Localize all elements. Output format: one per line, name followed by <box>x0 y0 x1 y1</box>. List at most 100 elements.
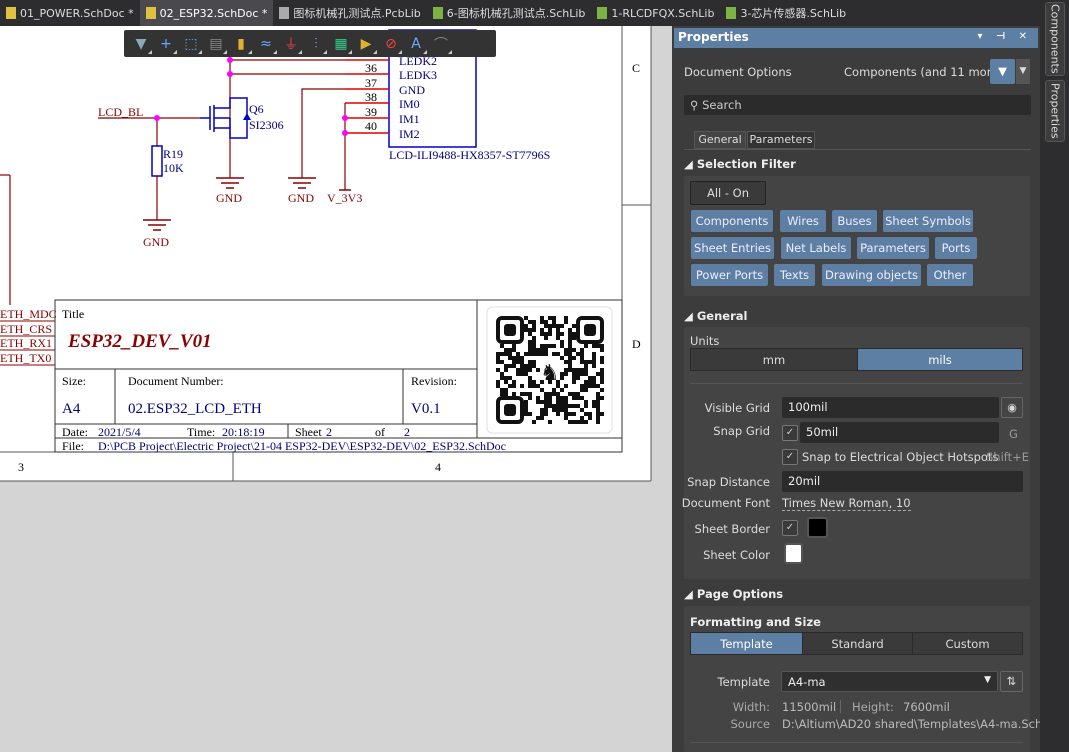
bus-icon[interactable]: ⫶ <box>305 34 327 54</box>
filter-button[interactable]: ▼ <box>990 59 1015 84</box>
tab-general[interactable]: General <box>694 131 746 149</box>
pin-number: 38 <box>365 90 377 104</box>
filter-chip-components[interactable]: Components <box>691 210 773 232</box>
filter-chip-sheet-entries[interactable]: Sheet Entries <box>691 237 774 259</box>
sheet-border-checkbox[interactable]: ✓ <box>782 520 798 536</box>
eye-icon[interactable]: ◉ <box>1001 397 1023 418</box>
mode-standard[interactable]: Standard <box>802 632 913 655</box>
q-value: SI2306 <box>249 118 284 132</box>
filter-dropdown-icon[interactable]: ▼ <box>1016 59 1030 84</box>
zone-c: C <box>632 61 640 75</box>
snap-distance-input[interactable]: 20mil <box>782 471 1023 492</box>
section-page-options[interactable]: ◢ Page Options <box>684 587 783 601</box>
panel-header: Properties ▾ ⊣ ✕ <box>674 28 1038 48</box>
units-mils[interactable]: mils <box>857 348 1023 371</box>
filter-icon[interactable]: ▼ <box>130 34 152 54</box>
mode-template[interactable]: Template <box>690 632 803 655</box>
schdoc-icon <box>6 7 16 19</box>
side-tab-properties[interactable]: Properties <box>1045 80 1065 142</box>
panel-controls[interactable]: ▾ ⊣ ✕ <box>977 31 1032 42</box>
all-on-button[interactable]: All - On <box>690 181 766 205</box>
component-icon[interactable]: ▮ <box>230 34 252 54</box>
tab-parameters[interactable]: Parameters <box>747 131 815 149</box>
section-selection-filter[interactable]: ◢ Selection Filter <box>684 157 796 171</box>
section-general[interactable]: ◢ General <box>684 309 747 323</box>
width-value: 11500mil <box>782 700 837 714</box>
snap-grid-input[interactable]: 50mil <box>800 422 999 443</box>
filter-chip-sheet-symbols[interactable]: Sheet Symbols <box>883 210 973 232</box>
sheet-title: ESP32_DEV_V01 <box>67 331 212 352</box>
tab-esp32[interactable]: 02_ESP32.SchDoc * <box>139 0 274 26</box>
size-label: Size: <box>62 374 86 388</box>
visible-grid-input[interactable]: 100mil <box>782 397 999 418</box>
tab-power[interactable]: 01_POWER.SchDoc * <box>0 0 140 26</box>
document-tabs: 01_POWER.SchDoc * 02_ESP32.SchDoc * 图标机械… <box>0 0 1040 26</box>
active-bar-toolbar: ▼ + ⬚ ▤ ▮ ≈ ⏚ ⫶ ▦ ▶ ⊘ A ⌒ <box>124 30 496 57</box>
filter-chip-buses[interactable]: Buses <box>832 210 877 232</box>
pin-number: 39 <box>365 105 377 119</box>
net-label: ETH_MDC <box>0 307 57 321</box>
search-icon: ⚲ <box>690 98 699 112</box>
schematic-canvas[interactable]: C D 3 4 36 37 38 39 40 LEDK2 LEDK3 GND I… <box>0 26 672 752</box>
sheet-label: Sheet <box>295 425 322 439</box>
source-value: D:\Altium\AD20 shared\Templates\A4-ma.Sc… <box>782 717 1054 731</box>
pin-number: 37 <box>365 76 377 90</box>
filter-chip-net-labels[interactable]: Net Labels <box>781 237 851 259</box>
pin-name: GND <box>399 83 425 97</box>
width-label: Width: <box>732 700 770 714</box>
pin-name: IM2 <box>399 127 420 141</box>
tab-pcblib[interactable]: 图标机械孔测试点.PcbLib <box>273 0 426 26</box>
snap-hotspots-checkbox[interactable]: ✓ <box>782 449 798 465</box>
filter-chip-ports[interactable]: Ports <box>935 237 977 259</box>
no-erc-icon[interactable]: ⊘ <box>380 34 402 54</box>
side-tab-components[interactable]: Components <box>1045 2 1065 76</box>
text-icon[interactable]: A <box>405 34 427 54</box>
height-value: 7600mil <box>903 700 950 714</box>
divider <box>840 700 841 713</box>
snap-distance-label: Snap Distance <box>687 475 770 489</box>
wire-icon[interactable]: ≈ <box>255 34 277 54</box>
cross-icon[interactable]: + <box>155 34 177 54</box>
of-label: of <box>375 425 385 439</box>
snap-grid-checkbox[interactable]: ✓ <box>782 425 798 441</box>
power-port-icon[interactable]: ⏚ <box>280 34 302 54</box>
tab-schlib-1[interactable]: 1-RLCDFQX.SchLib <box>591 0 720 26</box>
snap-hotspots-label: Snap to Electrical Object Hotspots <box>802 450 999 464</box>
document-options-label: Document Options <box>684 65 792 79</box>
search-input[interactable]: ⚲ Search <box>684 95 1031 115</box>
sheet-color-swatch[interactable] <box>784 543 803 564</box>
sheet-symbol-icon[interactable]: ▦ <box>330 34 352 54</box>
filter-chip-other[interactable]: Other <box>927 264 973 286</box>
resistor-r19[interactable] <box>151 145 163 177</box>
tab-schlib-3[interactable]: 3-芯片传感器.SchLib <box>720 0 852 26</box>
q-ref: Q6 <box>249 102 264 116</box>
filter-chip-power-ports[interactable]: Power Ports <box>691 264 768 286</box>
filter-chip-drawing-objects[interactable]: Drawing objects <box>822 264 921 286</box>
select-rect-icon[interactable]: ⬚ <box>180 34 202 54</box>
sheet-border-label: Sheet Border <box>694 522 770 536</box>
gnd-label: GND <box>143 235 169 249</box>
mode-custom[interactable]: Custom <box>912 632 1023 655</box>
schematic-sheet[interactable]: C D 3 4 36 37 38 39 40 LEDK2 LEDK3 GND I… <box>0 26 672 752</box>
units-mm[interactable]: mm <box>690 348 858 371</box>
sheet-border-color-swatch[interactable] <box>807 517 828 538</box>
template-select[interactable]: A4-ma ▼ <box>781 671 998 692</box>
arc-icon[interactable]: ⌒ <box>430 34 452 54</box>
filter-chip-wires[interactable]: Wires <box>780 210 826 232</box>
port-icon[interactable]: ▶ <box>355 34 377 54</box>
of-value: 2 <box>404 425 410 439</box>
snap-grid-shortcut: G <box>1009 427 1018 441</box>
filter-chip-texts[interactable]: Texts <box>774 264 815 286</box>
align-icon[interactable]: ▤ <box>205 34 227 54</box>
sheet-value: 2 <box>326 425 332 439</box>
tab-schlib-6[interactable]: 6-图标机械孔测试点.SchLib <box>427 0 592 26</box>
filter-chip-parameters[interactable]: Parameters <box>857 237 929 259</box>
pcblib-icon <box>279 7 290 19</box>
pin-number: 36 <box>365 61 377 75</box>
refresh-template-icon[interactable]: ⇅ <box>1000 671 1023 692</box>
sheet-color-label: Sheet Color <box>703 548 770 562</box>
pin-number: 40 <box>365 119 377 133</box>
pin-name: IM0 <box>399 97 420 111</box>
document-font-link[interactable]: Times New Roman, 10 <box>782 496 911 511</box>
r-ref: R19 <box>163 147 183 161</box>
